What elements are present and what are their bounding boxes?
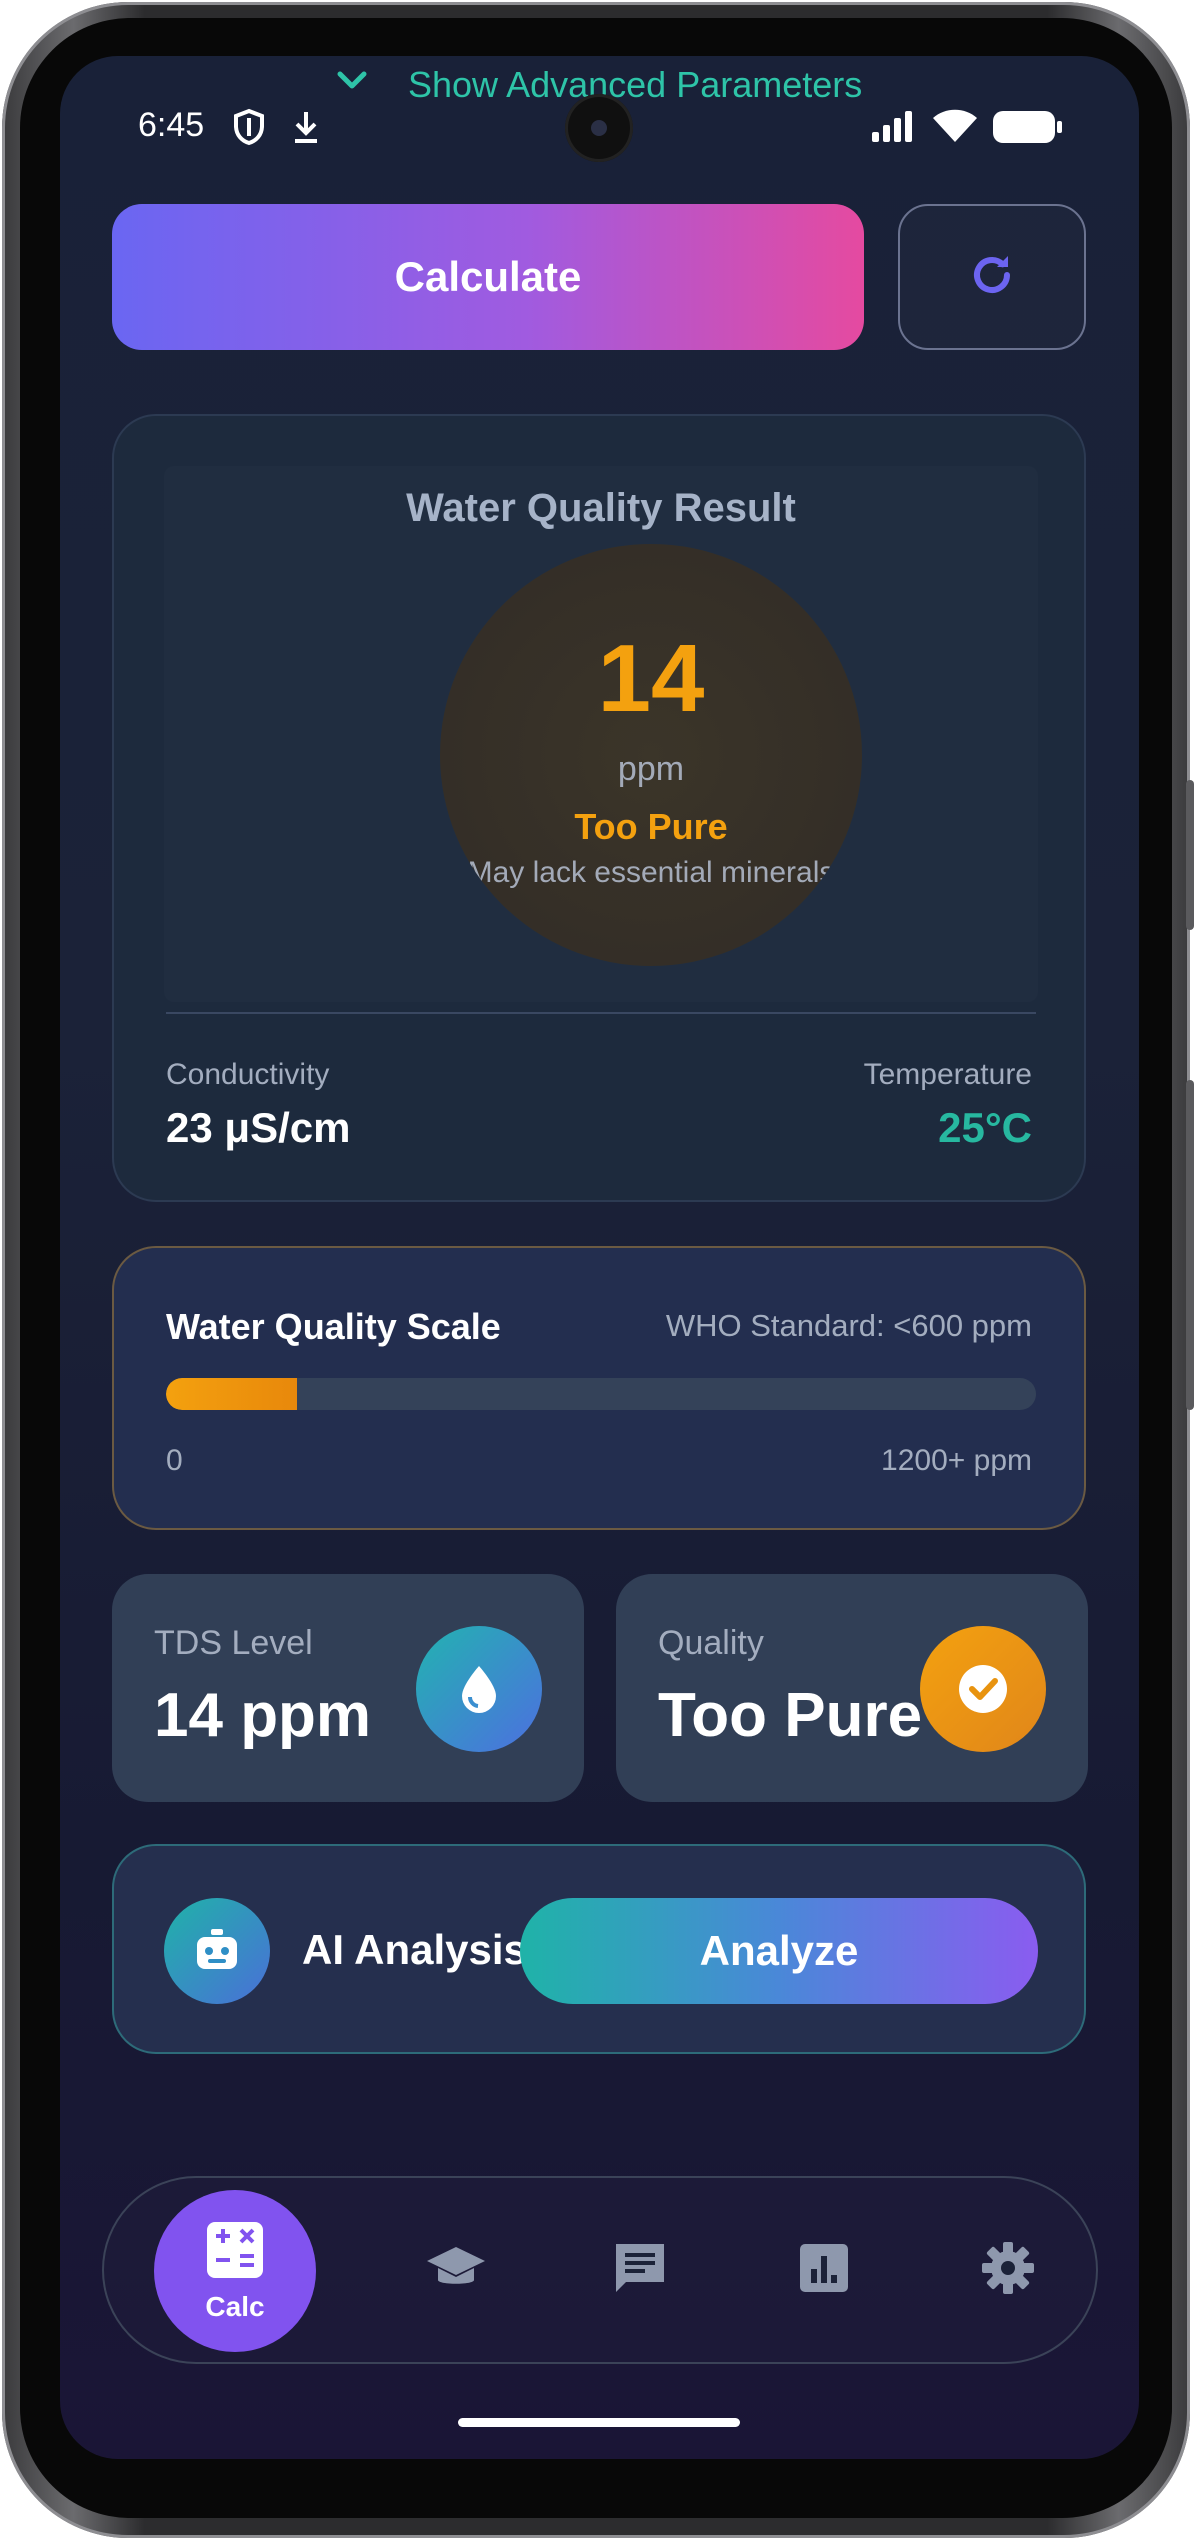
quality-card: Quality Too Pure [616, 1574, 1088, 1802]
quality-status: Too Pure [574, 806, 728, 847]
app-screen: Show Advanced Parameters 6:45 Calculate [60, 56, 1139, 2459]
scale-fill [166, 1378, 297, 1410]
water-quality-result-card: Water Quality Result 14 ppm Too Pure May… [112, 414, 1086, 1202]
robot-icon [164, 1898, 270, 2004]
scale-track [166, 1378, 1036, 1410]
tds-gauge: 14 ppm Too Pure May lack essential miner… [440, 544, 862, 966]
conductivity-value: 23 μS/cm [166, 1104, 351, 1151]
tds-level-card: TDS Level 14 ppm [112, 1574, 584, 1802]
signal-icon [870, 110, 916, 149]
graduation-cap-icon [425, 2243, 487, 2298]
reset-button[interactable] [898, 204, 1086, 350]
download-icon [290, 108, 322, 151]
result-panel: Water Quality Result 14 ppm Too Pure May… [164, 466, 1038, 1002]
battery-icon [992, 110, 1064, 149]
conductivity-label: Conductivity [166, 1058, 330, 1091]
wifi-icon [932, 108, 978, 149]
home-indicator[interactable] [458, 2418, 740, 2427]
temperature-value: 25°C [938, 1104, 1032, 1151]
tds-level-label: TDS Level [154, 1624, 313, 1662]
who-standard: WHO Standard: <600 ppm [665, 1308, 1032, 1343]
temperature-label: Temperature [863, 1058, 1032, 1091]
bar-chart-icon [798, 2242, 850, 2299]
nav-calc-label: Calc [205, 2290, 265, 2322]
scale-min-label: 0 [166, 1444, 183, 1477]
ai-analysis-label: AI Analysis [302, 1926, 527, 1973]
tds-level-value: 14 ppm [154, 1681, 372, 1750]
tds-unit: ppm [617, 750, 685, 788]
nav-item-stats[interactable] [772, 2218, 876, 2322]
shield-icon [232, 108, 266, 151]
front-camera [565, 94, 633, 162]
calculator-icon [205, 2220, 265, 2285]
nav-item-calc[interactable]: Calc [154, 2190, 316, 2352]
show-advanced-toggle[interactable]: Show Advanced Parameters [408, 64, 862, 106]
water-drop-icon [416, 1626, 542, 1752]
refresh-icon [967, 250, 1017, 305]
ai-analysis-card: AI Analysis Analyze [112, 1844, 1086, 2054]
divider [166, 1012, 1036, 1014]
scale-title: Water Quality Scale [166, 1306, 501, 1347]
water-quality-scale-card: Water Quality Scale WHO Standard: <600 p… [112, 1246, 1086, 1530]
power-button [1186, 780, 1194, 930]
tds-value: 14 [597, 625, 705, 732]
gear-icon [980, 2240, 1036, 2301]
nav-item-settings[interactable] [956, 2218, 1060, 2322]
status-time: 6:45 [138, 106, 205, 144]
phone-device: Show Advanced Parameters 6:45 Calculate [0, 0, 1200, 2541]
nav-item-learn[interactable] [404, 2218, 508, 2322]
bottom-navigation: Calc [102, 2176, 1098, 2364]
quality-label: Quality [658, 1624, 764, 1662]
chat-icon [612, 2240, 668, 2301]
calculate-button[interactable]: Calculate [112, 204, 864, 350]
analyze-button[interactable]: Analyze [520, 1898, 1038, 2004]
scale-max-label: 1200+ ppm [881, 1444, 1032, 1477]
volume-button [1186, 1080, 1194, 1410]
quality-value: Too Pure [658, 1681, 923, 1750]
nav-item-chat[interactable] [588, 2218, 692, 2322]
check-circle-icon [920, 1626, 1046, 1752]
chevron-down-icon[interactable] [335, 66, 369, 99]
quality-description: May lack essential minerals [467, 856, 835, 889]
result-title: Water Quality Result [406, 486, 796, 530]
